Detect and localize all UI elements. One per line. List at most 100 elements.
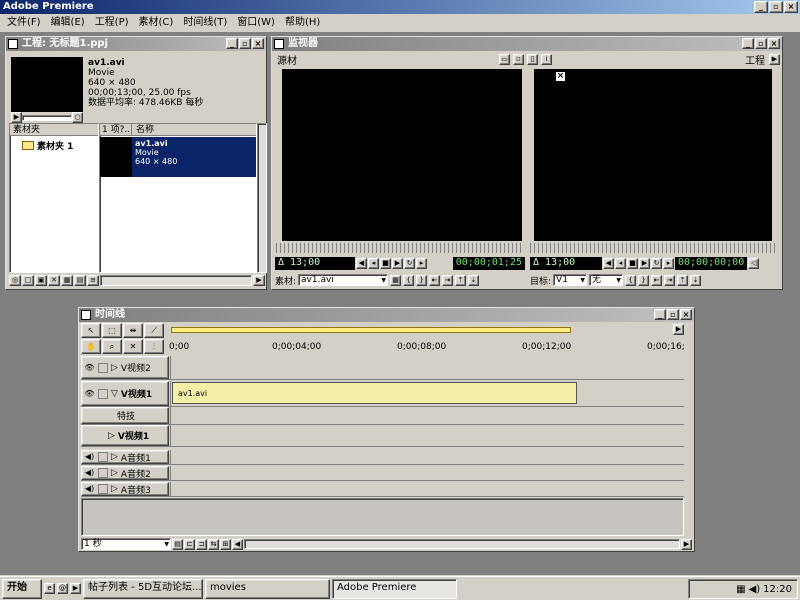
step-back-icon[interactable]: ◀	[603, 257, 614, 269]
minimize-button[interactable]: _	[754, 1, 768, 13]
taskbar-item-active[interactable]: Adobe Premiere	[332, 578, 457, 599]
track-body[interactable]	[170, 425, 684, 446]
network-icon[interactable]: ▦	[736, 584, 745, 595]
insert-icon[interactable]: ▦	[390, 274, 402, 286]
trim-view-icon[interactable]: ▯	[527, 53, 538, 65]
play-icon[interactable]: ▶	[639, 257, 650, 269]
monitor-titlebar[interactable]: 监视器 _ ▫ ×	[272, 37, 782, 51]
name-column-header[interactable]: 名称	[132, 124, 154, 135]
horizontal-scrollbar[interactable]	[100, 275, 252, 286]
monitor-close-button[interactable]: ×	[768, 38, 780, 49]
speaker-icon[interactable]: ◀)	[84, 484, 95, 494]
source-screen[interactable]	[282, 69, 522, 241]
work-area[interactable]	[171, 327, 571, 333]
scroll-left-icon[interactable]: ◀	[232, 538, 243, 550]
program-timecode[interactable]: 00;00;00;00	[675, 256, 748, 270]
close-x-icon[interactable]: ×	[555, 71, 566, 82]
step-back-icon[interactable]: ◀	[356, 257, 367, 269]
mark-in-icon[interactable]: {	[403, 274, 415, 286]
outlook-icon[interactable]: @	[57, 583, 68, 594]
timeline-minimize-button[interactable]: _	[654, 309, 666, 320]
step-back-frame-icon[interactable]: ◂	[368, 257, 379, 269]
monitor-menu-arrow-icon[interactable]: ▶	[769, 53, 780, 65]
stop-icon[interactable]: ■	[627, 257, 638, 269]
speaker-icon[interactable]: ◀)	[84, 468, 95, 478]
vertical-scrollbar[interactable]	[257, 123, 267, 273]
menu-project[interactable]: 工程(P)	[90, 14, 134, 31]
info-icon[interactable]: i	[541, 53, 552, 65]
lift-icon[interactable]: ⇡	[677, 274, 689, 286]
menu-timeline[interactable]: 时间线(T)	[178, 14, 232, 31]
step-forward-icon[interactable]: ▸	[663, 257, 674, 269]
play-icon[interactable]: ▶	[392, 257, 403, 269]
extract-icon[interactable]: ⇣	[690, 274, 702, 286]
extract-icon[interactable]: ⇣	[468, 274, 480, 286]
menu-help[interactable]: 帮助(H)	[280, 14, 325, 31]
target-video-dropdown[interactable]: V1	[553, 274, 588, 286]
restore-button[interactable]: ▫	[769, 1, 783, 13]
source-timecode[interactable]: 00;00;01;25	[452, 256, 525, 270]
mark-in-icon[interactable]: {	[625, 274, 637, 286]
expand-arrow-icon[interactable]: ▷	[108, 431, 115, 441]
menu-clip[interactable]: 素材(C)	[134, 14, 179, 31]
project-close-button[interactable]: ×	[252, 38, 264, 49]
project-titlebar[interactable]: 工程: 无标题1.ppj _ ▫ ×	[6, 37, 266, 51]
lock-toggle[interactable]	[98, 468, 108, 478]
menu-file[interactable]: 文件(F)	[2, 14, 46, 31]
monitor-minimize-button[interactable]: _	[742, 38, 754, 49]
poster-frame-icon[interactable]: ○	[72, 112, 83, 123]
items-count-header[interactable]: 1 项?..	[100, 124, 132, 135]
track-body[interactable]	[170, 450, 684, 464]
go-out-icon[interactable]: ⇥	[442, 274, 454, 286]
preview-scrubber[interactable]	[22, 114, 72, 121]
close-button[interactable]: ×	[784, 1, 798, 13]
loop-icon[interactable]: ↻	[651, 257, 662, 269]
eye-icon[interactable]: 👁	[84, 363, 95, 373]
track-body[interactable]	[170, 356, 684, 379]
in-out-tool-icon[interactable]: ⫶	[144, 339, 164, 354]
work-area-bar[interactable]: ▶	[169, 323, 684, 337]
menu-edit[interactable]: 编辑(E)	[46, 14, 90, 31]
go-in-icon[interactable]: ⇤	[429, 274, 441, 286]
sync-mode-icon[interactable]: ⊞	[220, 538, 231, 550]
zoom-tool-icon[interactable]: ⌕	[102, 339, 122, 354]
zoom-dropdown[interactable]: 1 秒	[81, 538, 171, 550]
volume-icon[interactable]: ◁	[748, 257, 760, 269]
icon-view-icon[interactable]: ▦	[61, 275, 73, 286]
timeline-ruler[interactable]: 0;00 0;00;04;00 0;00;08;00 0;00;12;00 0;…	[169, 340, 685, 355]
hand-tool-icon[interactable]: ✋	[81, 339, 101, 354]
expand-arrow-icon[interactable]: ▷	[111, 468, 118, 478]
timeline-close-button[interactable]: ×	[680, 309, 692, 320]
scroll-right-icon[interactable]: ▶	[253, 275, 265, 286]
dual-view-icon[interactable]: ▭	[499, 53, 510, 65]
snap-icon[interactable]: ⊏	[184, 538, 195, 550]
speaker-icon[interactable]: ◀)	[84, 452, 95, 462]
binoculars-icon[interactable]: ◎	[9, 275, 21, 286]
edge-view-icon[interactable]: ⊐	[196, 538, 207, 550]
expand-arrow-icon[interactable]: ▷	[111, 484, 118, 494]
timeline-scrollbar[interactable]	[244, 539, 680, 549]
step-back-frame-icon[interactable]: ◂	[615, 257, 626, 269]
selection-tool-icon[interactable]: ↖	[81, 323, 101, 338]
ie-icon[interactable]: e	[44, 583, 55, 594]
taskbar-item[interactable]: movies	[205, 578, 330, 599]
project-restore-button[interactable]: ▫	[239, 38, 251, 49]
track-format-icon[interactable]: ▤	[172, 538, 183, 550]
track-body[interactable]	[170, 407, 684, 424]
program-ruler[interactable]	[530, 243, 778, 253]
eye-icon[interactable]: 👁	[84, 389, 95, 399]
source-ruler[interactable]	[276, 243, 524, 253]
list-view-icon[interactable]: ≡	[87, 275, 99, 286]
loop-icon[interactable]: ↻	[404, 257, 415, 269]
timeline-titlebar[interactable]: 时间线 _ ▫ ×	[79, 308, 694, 322]
track-body[interactable]	[170, 466, 684, 480]
step-forward-icon[interactable]: ▸	[416, 257, 427, 269]
bin-item[interactable]: 素材夹 1	[22, 139, 98, 152]
timeline-restore-button[interactable]: ▫	[667, 309, 679, 320]
shift-tracks-icon[interactable]: ⇆	[208, 538, 219, 550]
track-body[interactable]	[170, 482, 684, 496]
start-button[interactable]: 开始	[2, 578, 42, 599]
go-in-icon[interactable]: ⇤	[651, 274, 663, 286]
timeline-menu-arrow-icon[interactable]: ▶	[673, 324, 684, 335]
source-clip-dropdown[interactable]: av1.avi	[298, 274, 389, 286]
